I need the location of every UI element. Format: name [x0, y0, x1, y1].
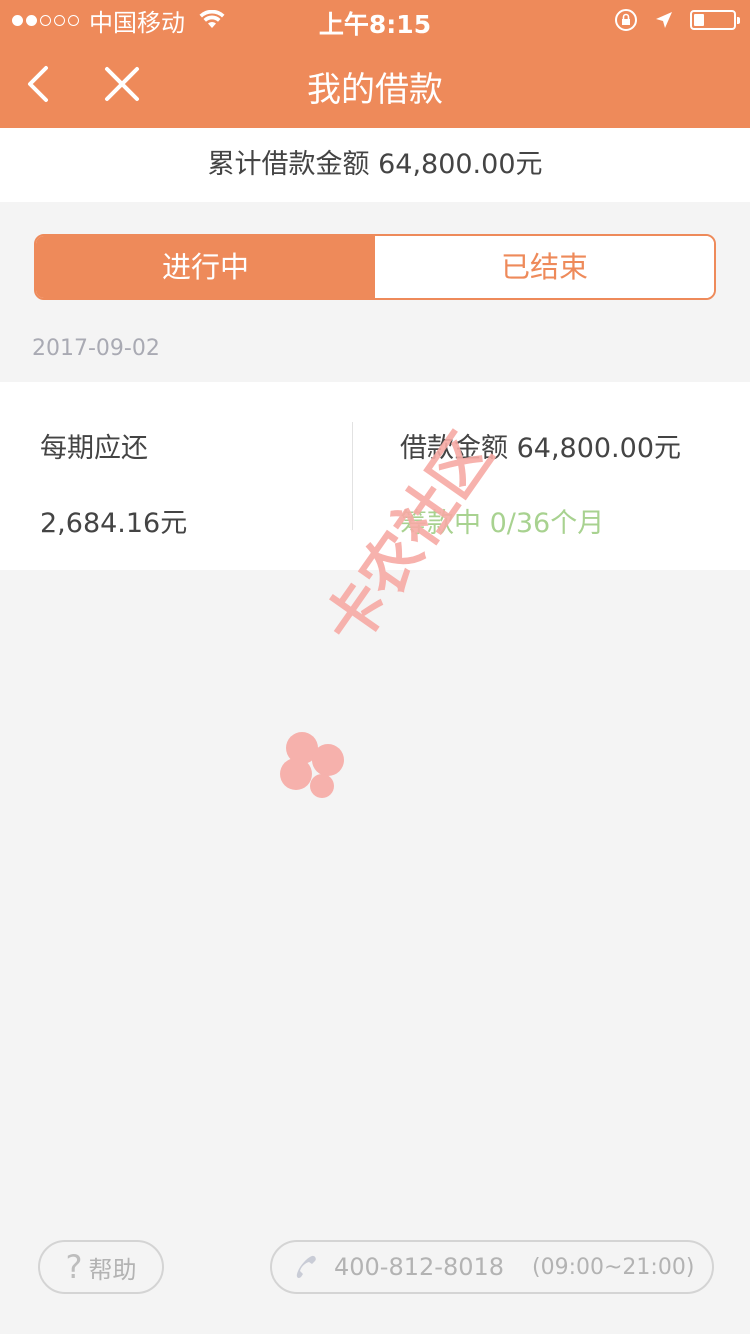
hotline-number: 400-812-8018 [334, 1253, 505, 1281]
location-arrow-icon [656, 12, 672, 28]
page-title: 我的借款 [307, 70, 443, 110]
rotation-lock-icon [615, 9, 637, 31]
column-divider [352, 422, 353, 530]
status-bar: 中国移动 上午8:15 [0, 0, 750, 40]
total-loan-summary: 累计借款金额 64,800.00元 [0, 128, 750, 202]
help-label: 帮助 [88, 1255, 137, 1284]
call-hotline-button[interactable]: 400-812-8018 (09:00~21:00) [270, 1240, 714, 1294]
nav-bar: 我的借款 [0, 40, 750, 128]
status-right [614, 8, 740, 32]
installment-column: 每期应还 2,684.16元 [40, 426, 187, 540]
installment-label: 每期应还 [40, 433, 148, 464]
tab-in-progress[interactable]: 进行中 [36, 236, 375, 298]
help-button[interactable]: ? 帮助 [38, 1240, 164, 1294]
segmented-tabs: 进行中 已结束 [34, 234, 716, 300]
loan-date: 2017-09-02 [32, 336, 160, 361]
installment-amount: 2,684.16元 [40, 508, 188, 539]
battery-icon [690, 10, 740, 30]
battery-fill [694, 14, 704, 26]
phone-icon [296, 1255, 316, 1278]
hotline-hours: (09:00~21:00) [532, 1254, 695, 1280]
question-icon: ? [65, 1248, 83, 1286]
tab-finished[interactable]: 已结束 [375, 236, 714, 298]
